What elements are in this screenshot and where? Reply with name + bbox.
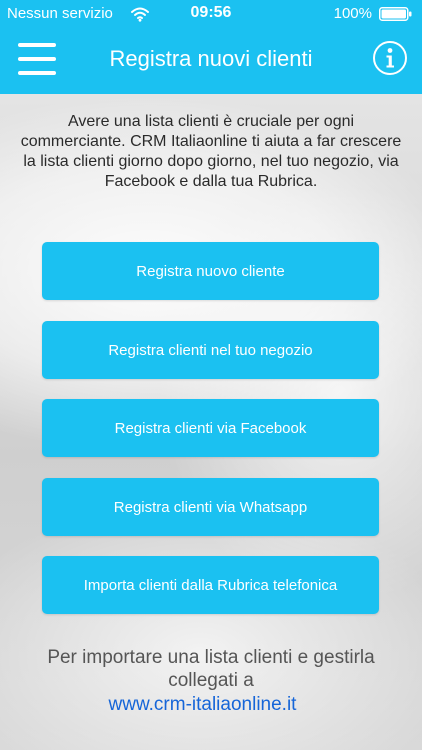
app-screen: Nessun servizio 09:56 100% Registra nuov… bbox=[0, 0, 422, 750]
register-new-client-button[interactable]: Registra nuovo cliente bbox=[42, 242, 379, 300]
register-in-store-button[interactable]: Registra clienti nel tuo negozio bbox=[42, 321, 379, 379]
battery-icon bbox=[379, 7, 412, 21]
battery-percent: 100% bbox=[333, 5, 372, 22]
header: Nessun servizio 09:56 100% Registra nuov… bbox=[0, 0, 422, 94]
website-link[interactable]: www.crm-italiaonline.it bbox=[0, 694, 405, 716]
intro-text: Avere una lista clienti è cruciale per o… bbox=[20, 113, 402, 190]
hamburger-menu-icon[interactable] bbox=[18, 43, 56, 75]
page-title: Registra nuovi clienti bbox=[109, 46, 313, 71]
nav-bar: Registra nuovi clienti bbox=[0, 28, 422, 94]
main-content: Avere una lista clienti è cruciale per o… bbox=[0, 94, 422, 750]
info-icon[interactable] bbox=[372, 40, 408, 76]
import-from-contacts-button[interactable]: Importa clienti dalla Rubrica telefonica bbox=[42, 556, 379, 614]
status-bar: Nessun servizio 09:56 100% bbox=[0, 0, 422, 28]
register-via-whatsapp-button[interactable]: Registra clienti via Whatsapp bbox=[42, 478, 379, 536]
footer-text: Per importare una lista clienti e gestir… bbox=[47, 647, 375, 691]
register-via-facebook-button[interactable]: Registra clienti via Facebook bbox=[42, 399, 379, 457]
